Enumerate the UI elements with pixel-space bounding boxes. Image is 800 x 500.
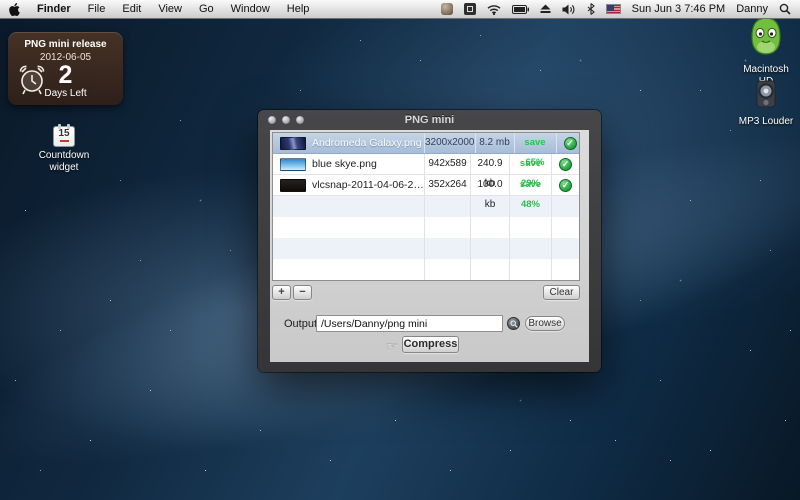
desktop: Finder File Edit View Go Window Help <box>0 0 800 500</box>
output-label: Output: <box>284 318 320 330</box>
battery-icon[interactable] <box>512 5 529 14</box>
app-status-icon[interactable] <box>441 3 453 15</box>
window-title: PNG mini <box>258 110 601 130</box>
desktop-icon-mp3-louder[interactable]: MP3 Louder <box>735 80 797 128</box>
calendar-day: 15 <box>54 127 74 140</box>
menu-bar: Finder File Edit View Go Window Help <box>0 0 800 19</box>
browse-button[interactable]: Browse <box>525 316 565 331</box>
menu-view[interactable]: View <box>158 3 182 15</box>
eject-icon[interactable] <box>540 4 551 14</box>
close-button[interactable] <box>268 116 276 124</box>
countdown-icon-label: Countdown widget <box>24 150 104 174</box>
widget-title: PNG mini release <box>8 39 123 50</box>
file-name: blue skye.png <box>312 158 377 170</box>
remove-file-button[interactable]: − <box>293 285 312 300</box>
file-save-percent: save 65% <box>514 133 556 153</box>
pointing-hand-icon: ☞ <box>386 338 399 355</box>
file-dimensions: 942x589 <box>424 154 470 174</box>
table-row-empty <box>273 196 579 217</box>
menu-go[interactable]: Go <box>199 3 214 15</box>
clear-button[interactable]: Clear <box>543 285 580 300</box>
wifi-icon[interactable] <box>487 4 501 15</box>
table-row[interactable]: blue skye.png 942x589 240.9 kb save 29% … <box>273 154 579 175</box>
menu-left: Finder File Edit View Go Window Help <box>9 3 309 16</box>
file-save-percent: save 48% <box>509 175 551 195</box>
file-table: Andromeda Galaxy.png 3200x2000 8.2 mb sa… <box>272 132 580 281</box>
file-size: 240.9 kb <box>470 154 509 174</box>
thumbnail-galaxy <box>280 137 306 150</box>
window-titlebar[interactable]: PNG mini <box>258 110 601 130</box>
file-size: 100.0 kb <box>470 175 509 195</box>
menu-finder[interactable]: Finder <box>37 3 71 15</box>
bluetooth-icon[interactable] <box>587 3 595 15</box>
file-dimensions: 3200x2000 <box>424 133 475 153</box>
calendar-sub-line <box>60 140 69 142</box>
search-icon[interactable] <box>507 317 520 330</box>
menu-window[interactable]: Window <box>231 3 270 15</box>
thumbnail-vlcsnap <box>280 179 306 192</box>
calendar-icon: 15 <box>53 126 75 147</box>
volume-icon[interactable] <box>562 4 576 15</box>
file-dimensions: 352x264 <box>424 175 470 195</box>
file-name: vlcsnap-2011-04-06-20h40m36s165.png <box>312 179 424 191</box>
file-name: Andromeda Galaxy.png <box>312 137 422 149</box>
add-file-button[interactable]: + <box>272 285 291 300</box>
mp3-louder-label: MP3 Louder <box>735 116 797 128</box>
apple-menu-icon[interactable] <box>9 3 20 16</box>
menu-status-area: Sun Jun 3 7:46 PM Danny <box>441 3 791 15</box>
zoom-button[interactable] <box>296 116 304 124</box>
menu-user[interactable]: Danny <box>736 3 768 15</box>
countdown-widget[interactable]: PNG mini release 2012-06-05 2 Days Left <box>8 32 123 105</box>
input-source-icon[interactable] <box>464 3 476 15</box>
output-row: Output: Browse <box>270 315 589 333</box>
desktop-icon-macintosh-hd[interactable]: Macintosh HD <box>735 14 797 88</box>
check-icon: ✓ <box>559 179 572 192</box>
spotlight-icon[interactable] <box>779 3 791 15</box>
png-mini-window: PNG mini Andromeda Galaxy.png 3200x2000 … <box>258 110 601 372</box>
window-content: Andromeda Galaxy.png 3200x2000 8.2 mb sa… <box>270 130 589 362</box>
output-path-field[interactable] <box>316 315 503 332</box>
menu-file[interactable]: File <box>88 3 106 15</box>
file-save-percent: save 29% <box>509 154 551 174</box>
us-flag-icon[interactable] <box>606 4 621 14</box>
table-row[interactable]: vlcsnap-2011-04-06-20h40m36s165.png 352x… <box>273 175 579 196</box>
alarm-clock-icon <box>17 63 47 101</box>
compress-row: ☞ Compress <box>270 336 589 356</box>
compress-button[interactable]: Compress <box>402 336 459 353</box>
menu-clock[interactable]: Sun Jun 3 7:46 PM <box>632 3 726 15</box>
file-size: 8.2 mb <box>475 133 514 153</box>
table-row-empty <box>273 238 579 259</box>
check-icon: ✓ <box>564 137 577 150</box>
table-row[interactable]: Andromeda Galaxy.png 3200x2000 8.2 mb sa… <box>273 133 579 154</box>
table-row-empty <box>273 259 579 280</box>
minimize-button[interactable] <box>282 116 290 124</box>
menu-edit[interactable]: Edit <box>122 3 141 15</box>
speaker-icon <box>754 80 778 108</box>
menu-help[interactable]: Help <box>287 3 310 15</box>
desktop-icon-countdown-widget[interactable]: 15 Countdown widget <box>24 126 104 174</box>
check-icon: ✓ <box>559 158 572 171</box>
table-row-empty <box>273 217 579 238</box>
thumbnail-sky <box>280 158 306 171</box>
traffic-lights <box>268 116 304 124</box>
green-creature-icon <box>746 14 786 56</box>
